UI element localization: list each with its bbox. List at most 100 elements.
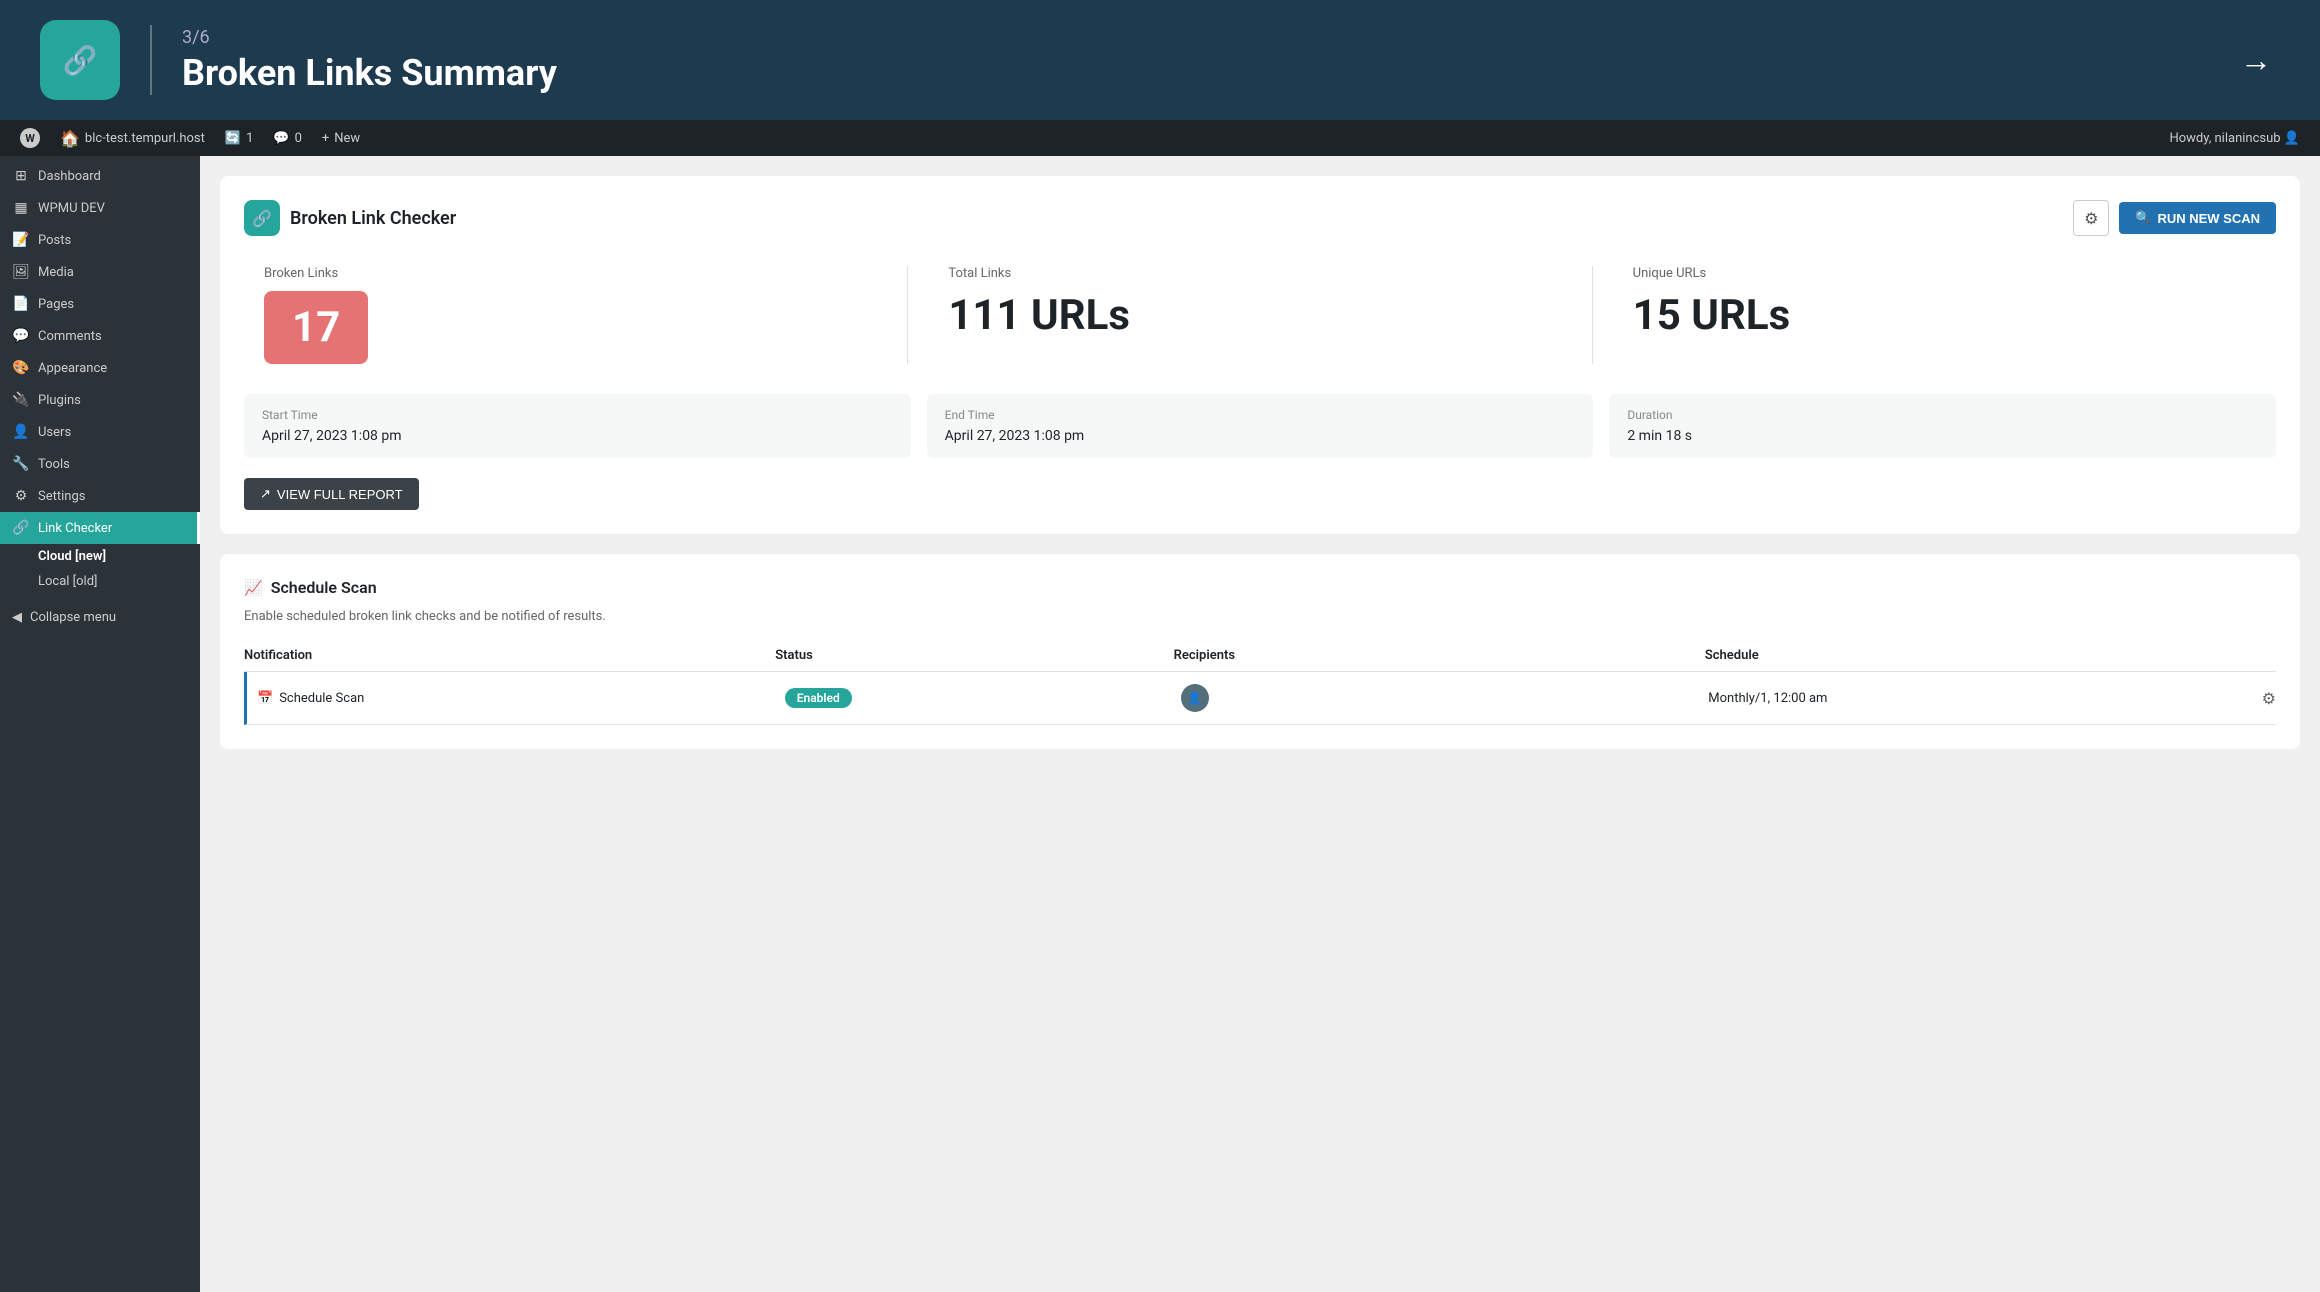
schedule-cell: Monthly/1, 12:00 am [1708,691,2236,706]
page-title: Broken Links Summary [182,52,2220,94]
home-item[interactable]: 🏠 blc-test.tempurl.host [50,120,215,156]
blc-logo: 🔗 [244,200,280,236]
col-header-schedule: Schedule [1705,648,2236,663]
col-header-recipients: Recipients [1174,648,1705,663]
updates-item[interactable]: 🔄 1 [215,120,264,156]
update-count: 1 [246,131,253,146]
row-gear-icon[interactable]: ⚙ [2262,689,2276,708]
collapse-label: Collapse menu [30,610,116,625]
posts-icon: 📝 [12,232,30,248]
schedule-description: Enable scheduled broken link checks and … [244,609,2276,624]
wpmudev-icon: ▦ [12,200,30,216]
sidebar-label-dashboard: Dashboard [38,169,101,184]
plus-icon: + [322,131,329,146]
search-icon: 🔍 [2135,210,2151,226]
refresh-icon: 🔄 [225,131,241,146]
sidebar-label-users: Users [38,425,71,440]
view-full-report-button[interactable]: ↗ VIEW FULL REPORT [244,478,419,510]
end-time-value: April 27, 2023 1:08 pm [945,428,1576,444]
sidebar-label-media: Media [38,265,74,280]
calendar-icon: 📅 [257,691,273,706]
main-content: 🔗 Broken Link Checker ⚙ 🔍 RUN NEW SCAN [200,156,2320,1292]
sidebar-sub-cloud[interactable]: Cloud [new] [0,544,200,569]
comments-item[interactable]: 💬 0 [263,120,312,156]
blc-plugin-title: Broken Link Checker [290,208,456,229]
unique-urls-label: Unique URLs [1633,266,2256,281]
duration-value: 2 min 18 s [1627,428,2258,444]
blc-header: 🔗 Broken Link Checker ⚙ 🔍 RUN NEW SCAN [244,200,2276,236]
end-time-item: End Time April 27, 2023 1:08 pm [927,394,1594,458]
sidebar-item-posts[interactable]: 📝 Posts [0,224,200,256]
duration-item: Duration 2 min 18 s [1609,394,2276,458]
pages-icon: 📄 [12,296,30,312]
logo-emoji: 🔗 [63,44,98,77]
broken-links-value: 17 [264,291,368,364]
col-header-notification: Notification [244,648,775,663]
duration-label: Duration [1627,408,2258,422]
notification-cell: 📅 Schedule Scan [257,691,785,706]
sidebar-item-dashboard[interactable]: ⊞ Dashboard [0,160,200,192]
sidebar-label-appearance: Appearance [38,361,107,376]
action-cell: ⚙ [2236,689,2276,708]
presentation-header: 🔗 3/6 Broken Links Summary → [0,0,2320,120]
sidebar-sub-local[interactable]: Local [old] [0,569,200,594]
wp-logo-item[interactable]: W [10,120,50,156]
unique-urls-stat: Unique URLs 15 URLs [1593,256,2276,374]
sidebar-item-pages[interactable]: 📄 Pages [0,288,200,320]
sidebar-item-link-checker[interactable]: 🔗 Link Checker [0,512,200,544]
comments-icon: 💬 [12,328,30,344]
new-item[interactable]: + New [312,120,370,156]
wp-logo: W [20,128,40,148]
header-text: 3/6 Broken Links Summary [182,27,2220,94]
status-badge: Enabled [785,688,852,708]
sidebar-item-settings[interactable]: ⚙ Settings [0,480,200,512]
sidebar-sub-local-label: Local [old] [38,574,97,589]
start-time-label: Start Time [262,408,893,422]
tools-icon: 🔧 [12,456,30,472]
schedule-scan-card: 📈 Schedule Scan Enable scheduled broken … [220,554,2300,749]
step-indicator: 3/6 [182,27,2220,48]
sidebar-sub-cloud-label: Cloud [new] [38,549,106,564]
users-icon: 👤 [12,424,30,440]
home-icon: 🏠 [60,129,80,148]
recipients-cell: 👤 [1181,684,1709,712]
total-links-stat: Total Links 111 URLs [908,256,1591,374]
user-avatar-icon: 👤 [2284,131,2300,146]
run-scan-button[interactable]: 🔍 RUN NEW SCAN [2119,202,2276,234]
collapse-icon: ◀ [12,610,22,625]
next-arrow[interactable]: → [2240,41,2280,79]
sidebar-item-plugins[interactable]: 🔌 Plugins [0,384,200,416]
sidebar-label-settings: Settings [38,489,85,504]
link-checker-icon: 🔗 [12,520,30,536]
settings-icon: ⚙ [2084,209,2098,228]
sidebar-label-pages: Pages [38,297,74,312]
broken-links-label: Broken Links [264,266,887,281]
external-link-icon: ↗ [260,486,271,502]
sidebar-label-wpmudev: WPMU DEV [38,201,105,216]
admin-bar-right: Howdy, nilanincsub 👤 [2169,131,2310,146]
total-links-label: Total Links [948,266,1571,281]
arrow-icon: → [2240,41,2280,79]
schedule-header: 📈 Schedule Scan [244,578,2276,597]
sidebar-item-tools[interactable]: 🔧 Tools [0,448,200,480]
sidebar-item-appearance[interactable]: 🎨 Appearance [0,352,200,384]
avatar-icon: 👤 [1187,691,1202,705]
comment-icon: 💬 [273,131,289,146]
schedule-title: Schedule Scan [271,578,377,597]
sidebar-item-comments[interactable]: 💬 Comments [0,320,200,352]
blc-summary-card: 🔗 Broken Link Checker ⚙ 🔍 RUN NEW SCAN [220,176,2300,534]
settings-button[interactable]: ⚙ [2073,200,2109,236]
sidebar-item-media[interactable]: 🖼 Media [0,256,200,288]
col-header-action [2236,648,2276,663]
stats-row: Broken Links 17 Total Links 111 URLs Uni… [244,256,2276,374]
sidebar-item-wpmudev[interactable]: ▦ WPMU DEV [0,192,200,224]
sidebar-item-users[interactable]: 👤 Users [0,416,200,448]
blc-header-right: ⚙ 🔍 RUN NEW SCAN [2073,200,2276,236]
blc-title-row: 🔗 Broken Link Checker [244,200,456,236]
sidebar-label-comments: Comments [38,329,102,344]
start-time-item: Start Time April 27, 2023 1:08 pm [244,394,911,458]
wp-admin-bar: W 🏠 blc-test.tempurl.host 🔄 1 💬 0 + New … [0,120,2320,156]
collapse-menu[interactable]: ◀ Collapse menu [0,602,200,633]
start-time-value: April 27, 2023 1:08 pm [262,428,893,444]
total-links-value: 111 URLs [948,291,1571,340]
